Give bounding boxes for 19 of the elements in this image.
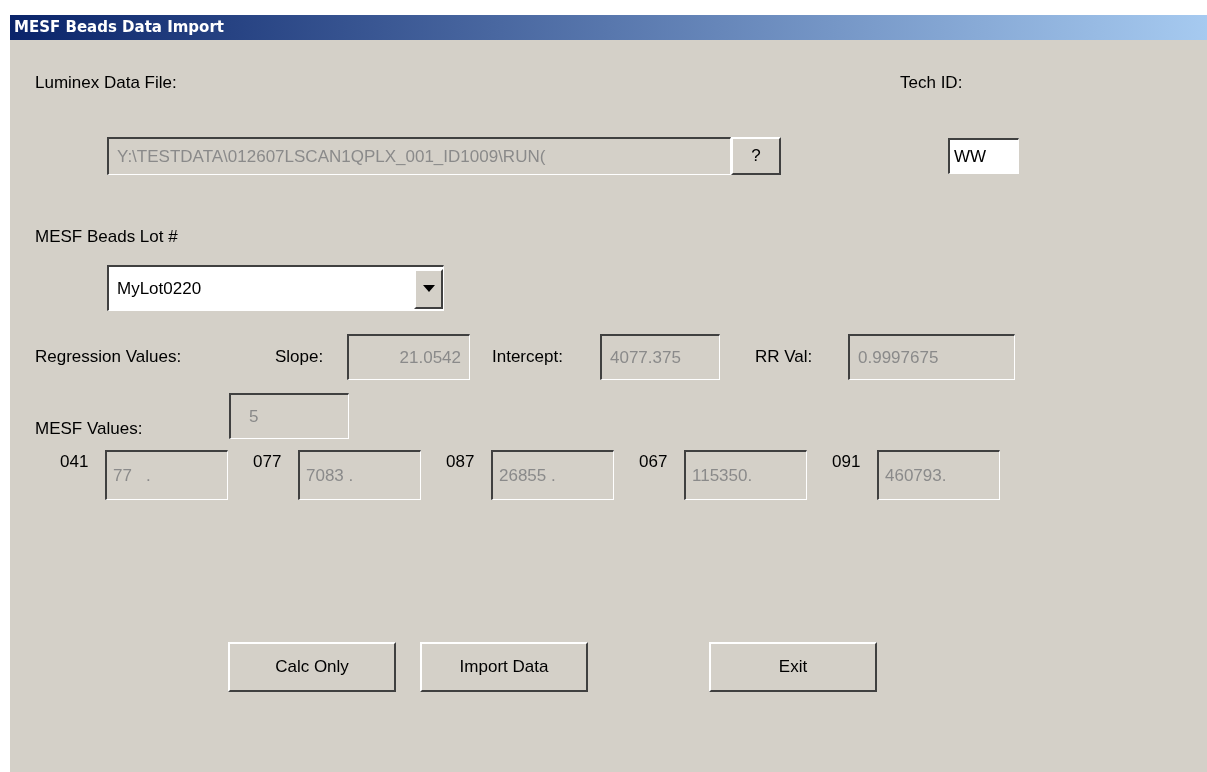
field-label: 087 <box>446 452 476 472</box>
field-label: 067 <box>639 452 669 472</box>
field-label: Tech ID: <box>900 73 963 93</box>
field-label: Slope: <box>275 347 325 367</box>
tech-id-field[interactable]: WW <box>948 138 1019 174</box>
action-button[interactable]: Import Data <box>420 642 588 692</box>
field-label: 041 <box>60 452 90 472</box>
field-label: Luminex Data File: <box>35 73 178 93</box>
field-label: Intercept: <box>492 347 564 367</box>
field-label: 077 <box>253 452 283 472</box>
action-button[interactable]: Calc Only <box>228 642 396 692</box>
field-label: MESF Beads Lot # <box>35 227 178 247</box>
window-title: MESF Beads Data Import <box>10 15 1207 40</box>
lot-dropdown[interactable]: MyLot0220 <box>107 265 444 311</box>
field-label: 091 <box>832 452 862 472</box>
section-label: MESF Values: <box>35 419 144 439</box>
field-label: RR Val: <box>755 347 814 367</box>
action-button[interactable]: Exit <box>709 642 877 692</box>
section-label: Regression Values: <box>35 347 183 367</box>
